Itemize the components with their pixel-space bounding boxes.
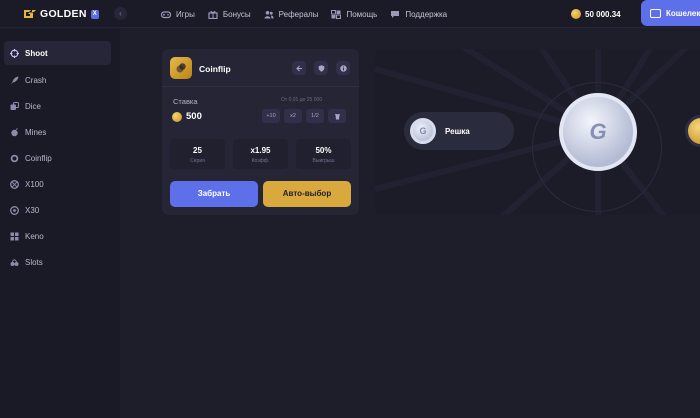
- stat-label: Серия: [190, 158, 205, 164]
- sidebar-label: X30: [25, 205, 40, 215]
- stat-value: 50%: [315, 146, 332, 155]
- gift-icon: [208, 10, 218, 19]
- shield-icon: [318, 64, 324, 72]
- trash-icon: [334, 113, 340, 119]
- sidebar-label: Mines: [25, 127, 47, 137]
- users-icon: [264, 10, 274, 18]
- bet-amount-value: 500: [186, 111, 202, 122]
- logo-mark-icon: [24, 10, 36, 18]
- clear-bet-button[interactable]: [328, 109, 346, 123]
- cash-out-button[interactable]: Забрать: [170, 181, 258, 207]
- stat-series: 25 Серия: [170, 139, 225, 169]
- wheel-icon: [10, 179, 19, 189]
- sidebar-item-mines[interactable]: Mines: [4, 120, 111, 144]
- sidebar-item-keno[interactable]: Keno: [4, 224, 111, 248]
- sidebar: Shoot Crash Dice Mines Coinflip X100 X30…: [0, 29, 120, 418]
- gamepad-icon: [161, 10, 171, 18]
- coins-icon: [176, 63, 186, 73]
- slots-icon: [10, 258, 19, 266]
- grid-icon: [10, 232, 19, 240]
- wallet-label: Кошелек: [666, 8, 700, 18]
- stat-win-chance: 50% Выигрыш: [296, 139, 351, 169]
- sidebar-label: Shoot: [25, 48, 48, 58]
- bet-range: От 0.01 до 25 000: [281, 97, 323, 103]
- sidebar-collapse-button[interactable]: ‹: [114, 7, 127, 20]
- nav-label-support: Поддержка: [405, 9, 448, 19]
- stat-value: x1.95: [250, 146, 271, 155]
- bet-amount-input[interactable]: 500: [172, 111, 202, 122]
- bet-label: Ставка: [173, 97, 198, 106]
- game-control-panel: Coinflip Ставка 500 От 0.01 до 25 000 +1…: [162, 49, 359, 215]
- coin-mark: G: [589, 119, 607, 144]
- brand-name: GOLDEN: [40, 8, 87, 20]
- sidebar-label: Dice: [25, 101, 42, 111]
- sidebar-item-x30[interactable]: X30: [4, 198, 111, 222]
- sidebar-item-dice[interactable]: Dice: [4, 94, 111, 118]
- dice-icon: [10, 101, 19, 110]
- sidebar-label: Crash: [25, 75, 47, 85]
- nav-label-help: Помощь: [346, 9, 378, 19]
- fairness-button[interactable]: [314, 61, 328, 75]
- coin-mark: G: [419, 126, 427, 136]
- nav-label-referrals: Рефералы: [278, 9, 319, 19]
- wallet-button[interactable]: Кошелек: [641, 0, 700, 26]
- mine-icon: [11, 127, 18, 136]
- game-title: Coinflip: [199, 64, 231, 74]
- balance-display[interactable]: 50 000.34: [571, 8, 621, 20]
- brand-badge: X: [90, 9, 99, 19]
- sidebar-item-slots[interactable]: Slots: [4, 250, 111, 274]
- nav-label-bonuses: Бонусы: [222, 9, 251, 19]
- nav-item-support[interactable]: Поддержка: [390, 10, 447, 19]
- info-icon: [339, 64, 347, 72]
- help-icon: [331, 9, 342, 19]
- info-button[interactable]: [336, 61, 350, 75]
- nav-item-games[interactable]: Игры: [161, 10, 195, 19]
- coin-icon: [571, 9, 581, 19]
- sidebar-item-x100[interactable]: X100: [4, 172, 111, 196]
- balance-value: 50 000.34: [585, 9, 621, 19]
- coin-icon: [172, 111, 182, 122]
- quick-plus-10-button[interactable]: +10: [262, 109, 280, 123]
- nav-item-bonuses[interactable]: Бонусы: [208, 10, 251, 19]
- sidebar-label: X100: [25, 179, 44, 189]
- crosshair-icon: [10, 48, 19, 58]
- quick-half-button[interactable]: 1/2: [306, 109, 324, 123]
- coinflip-arena: G Решка G: [375, 49, 700, 215]
- flipping-coin: G: [559, 93, 637, 171]
- nav-item-referrals[interactable]: Рефералы: [264, 9, 319, 19]
- wallet-icon: [650, 8, 661, 18]
- stat-label: Коэфф.: [251, 158, 270, 164]
- auto-pick-button[interactable]: Авто-выбор: [263, 181, 351, 207]
- stat-multiplier: x1.95 Коэфф.: [233, 139, 288, 169]
- sidebar-label: Keno: [25, 231, 44, 241]
- back-button[interactable]: [292, 61, 306, 75]
- main-nav: Игры Бонусы Рефералы Помощь Поддержка: [161, 0, 460, 28]
- wheel-icon: [10, 205, 19, 215]
- side-label: Решка: [445, 126, 470, 136]
- sidebar-item-crash[interactable]: Crash: [4, 68, 111, 92]
- nav-item-help[interactable]: Помощь: [331, 9, 378, 19]
- brand-logo[interactable]: GOLDEN X: [22, 7, 99, 21]
- coin-icon: [10, 154, 19, 162]
- nav-label-games: Игры: [176, 9, 195, 19]
- quick-double-button[interactable]: x2: [284, 109, 302, 123]
- sidebar-label: Slots: [25, 257, 43, 267]
- sidebar-label: Coinflip: [25, 153, 52, 163]
- sidebar-item-shoot[interactable]: Shoot: [4, 41, 111, 65]
- silver-coin-icon: G: [410, 118, 436, 144]
- sidebar-item-coinflip[interactable]: Coinflip: [4, 146, 111, 170]
- stat-label: Выигрыш: [312, 158, 335, 164]
- side-select-tails[interactable]: G Решка: [404, 112, 514, 150]
- chat-icon: [391, 10, 400, 18]
- rocket-icon: [10, 76, 19, 84]
- stat-value: 25: [193, 146, 202, 155]
- panel-header: Coinflip: [162, 49, 359, 87]
- arrow-left-icon: [295, 65, 302, 71]
- top-bar: GOLDEN X ‹ Игры Бонусы Рефералы Помощь П…: [0, 0, 700, 28]
- coinflip-game-icon: [170, 57, 192, 79]
